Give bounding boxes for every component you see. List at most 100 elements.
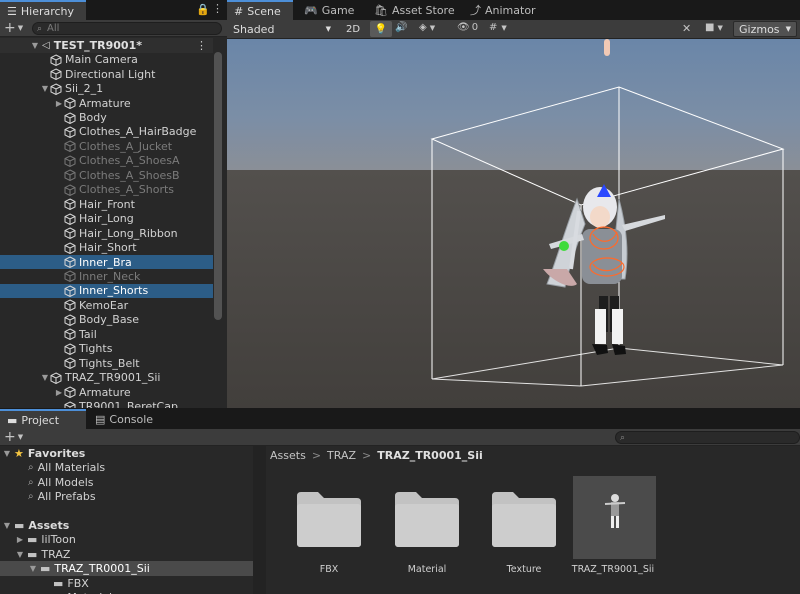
- asset-folder-item[interactable]: ▬Materials: [0, 590, 253, 594]
- tab-scene[interactable]: # Scene: [227, 0, 293, 20]
- gizmos-dropdown[interactable]: Gizmos ▼: [733, 21, 797, 37]
- scene-view-canvas[interactable]: [227, 39, 800, 408]
- lock-icon[interactable]: 🔒: [196, 3, 210, 16]
- expand-arrow-icon[interactable]: ▼: [2, 521, 12, 530]
- effects-dropdown[interactable]: ◈ ▼: [419, 22, 435, 33]
- eye-slash-icon: 👁: [457, 22, 470, 33]
- tab-asset-store[interactable]: 🛍 Asset Store: [367, 0, 462, 20]
- hierarchy-item[interactable]: Main Camera: [0, 52, 213, 67]
- hierarchy-item[interactable]: Clothes_A_Jucket: [0, 139, 213, 154]
- create-add-button[interactable]: + ▼: [4, 20, 23, 36]
- expand-arrow-icon[interactable]: ▶: [15, 535, 25, 544]
- hierarchy-item[interactable]: Inner_Bra: [0, 254, 213, 270]
- gameobject-cube-icon: [64, 155, 79, 167]
- hierarchy-item[interactable]: Clothes_A_ShoesB: [0, 168, 213, 183]
- expand-arrow-icon[interactable]: ▼: [40, 84, 50, 93]
- favorite-item[interactable]: ⌕ All Materials: [0, 460, 253, 475]
- favorite-item[interactable]: ⌕ All Models: [0, 475, 253, 490]
- camera-settings-dropdown[interactable]: ■ ▼: [705, 22, 723, 33]
- tree-splitter[interactable]: [253, 446, 266, 594]
- hierarchy-item[interactable]: Inner_Shorts: [0, 283, 213, 299]
- tools-button[interactable]: ✕: [682, 22, 691, 35]
- hierarchy-item-label: Tail: [79, 327, 97, 341]
- skybox: [227, 39, 800, 170]
- scene-viewport[interactable]: [227, 39, 800, 408]
- asset-folder-item[interactable]: ▼ ▬ TRAZ: [0, 547, 253, 562]
- breadcrumb-traz[interactable]: TRAZ: [327, 449, 356, 462]
- hierarchy-item[interactable]: Hair_Front: [0, 197, 213, 212]
- breadcrumb-assets[interactable]: Assets: [270, 449, 306, 462]
- hierarchy-item[interactable]: Clothes_A_ShoesA: [0, 154, 213, 169]
- hierarchy-item[interactable]: ▶ Armature: [0, 96, 213, 111]
- chevron-down-icon: ▼: [785, 25, 791, 33]
- scene-row[interactable]: ▼ ◁ TEST_TR9001* ⋮: [0, 38, 213, 53]
- shading-mode-dropdown[interactable]: Shaded ▼: [229, 21, 335, 37]
- hierarchy-item[interactable]: Body: [0, 110, 213, 125]
- tab-project[interactable]: ▬ Project: [0, 409, 86, 429]
- gameobject-cube-icon: [50, 83, 65, 95]
- scene-visibility-toggle[interactable]: 👁 0: [457, 22, 478, 33]
- asset-folder-item[interactable]: ▬ FBX: [0, 576, 253, 591]
- hierarchy-item[interactable]: Hair_Long_Ribbon: [0, 226, 213, 241]
- breadcrumb-separator: >: [311, 448, 322, 462]
- hierarchy-item[interactable]: Clothes_A_HairBadge: [0, 125, 213, 140]
- expand-arrow-icon[interactable]: ▼: [15, 550, 25, 559]
- project-search-input[interactable]: ⌕: [615, 431, 800, 444]
- grid-snap-dropdown[interactable]: # ▼: [489, 22, 507, 33]
- tab-game[interactable]: 🎮 Game: [297, 0, 361, 20]
- hierarchy-item[interactable]: Hair_Short: [0, 240, 213, 255]
- hierarchy-item[interactable]: Tail: [0, 327, 213, 342]
- hierarchy-item[interactable]: Tights: [0, 341, 213, 356]
- expand-arrow-icon[interactable]: ▶: [54, 99, 64, 108]
- favorites-row[interactable]: ▼ ★ Favorites: [0, 446, 253, 461]
- hierarchy-item-label: Hair_Long_Ribbon: [79, 226, 178, 240]
- search-icon: ⌕: [37, 23, 43, 34]
- asset-folder-tile[interactable]: Texture: [484, 478, 564, 575]
- hierarchy-search-input[interactable]: ⌕ All: [32, 22, 222, 35]
- hierarchy-item[interactable]: Body_Base: [0, 313, 213, 328]
- expand-arrow-icon[interactable]: ▼: [2, 449, 12, 458]
- lighting-toggle-button[interactable]: 💡: [370, 21, 392, 37]
- hierarchy-item-label: Inner_Shorts: [79, 284, 149, 298]
- audio-toggle-button[interactable]: 🔊: [395, 22, 407, 33]
- hierarchy-item[interactable]: Tights_Belt: [0, 356, 213, 371]
- gameobject-cube-icon: [64, 140, 79, 153]
- hierarchy-item[interactable]: Inner_Neck: [0, 269, 213, 284]
- hierarchy-item[interactable]: ▶ Armature: [0, 385, 213, 400]
- asset-tile-label: Material: [407, 564, 447, 575]
- breadcrumb-current[interactable]: TRAZ_TR0001_Sii: [377, 449, 483, 462]
- hierarchy-item-label: Clothes_A_HairBadge: [79, 125, 197, 139]
- project-add-button[interactable]: + ▼: [4, 429, 23, 445]
- expand-arrow-icon[interactable]: ▶: [54, 388, 64, 397]
- panel-menu-icon[interactable]: ⋮: [212, 2, 223, 15]
- hierarchy-item[interactable]: Hair_Long: [0, 211, 213, 226]
- hierarchy-item[interactable]: ▼ TRAZ_TR9001_Sii: [0, 370, 213, 385]
- hierarchy-item-label: KemoEar: [79, 298, 129, 312]
- hierarchy-scrollbar-thumb[interactable]: [214, 52, 222, 320]
- asset-prefab-tile[interactable]: TRAZ_TR9001_Sii: [572, 476, 656, 575]
- gameobject-cube-icon: [64, 314, 79, 326]
- asset-folder-item[interactable]: ▼ ▬ TRAZ_TR0001_Sii: [0, 561, 253, 576]
- camera-icon: ■: [705, 22, 715, 33]
- search-icon: ⌕: [28, 476, 34, 488]
- favorite-item[interactable]: ⌕ All Prefabs: [0, 489, 253, 504]
- hierarchy-item[interactable]: TR9001_BeretCap: [0, 399, 213, 408]
- expand-arrow-icon[interactable]: ▼: [40, 373, 50, 382]
- assets-root-row[interactable]: ▼ ▬ Assets: [0, 518, 253, 533]
- hierarchy-item[interactable]: KemoEar: [0, 298, 213, 313]
- tab-animator[interactable]: ⤴ Animator: [463, 0, 543, 20]
- asset-folder-tile[interactable]: Material: [387, 478, 467, 575]
- grid-icon: #: [234, 4, 244, 18]
- expand-arrow-icon[interactable]: ▼: [30, 41, 40, 50]
- asset-folder-tile[interactable]: FBX: [289, 478, 369, 575]
- hierarchy-item[interactable]: Clothes_A_Shorts: [0, 183, 213, 198]
- tab-console[interactable]: ▤ Console: [88, 409, 160, 429]
- gameobject-cube-icon: [64, 198, 79, 211]
- scene-menu-icon[interactable]: ⋮: [196, 39, 207, 52]
- expand-arrow-icon[interactable]: ▼: [28, 564, 38, 573]
- hierarchy-item[interactable]: Directional Light: [0, 67, 213, 82]
- toggle-2d-button[interactable]: 2D: [340, 21, 366, 37]
- hierarchy-item[interactable]: ▼ Sii_2_1: [0, 81, 213, 96]
- asset-folder-item[interactable]: ▶ ▬ lilToon: [0, 532, 253, 547]
- tab-hierarchy[interactable]: ☰ Hierarchy: [0, 0, 86, 20]
